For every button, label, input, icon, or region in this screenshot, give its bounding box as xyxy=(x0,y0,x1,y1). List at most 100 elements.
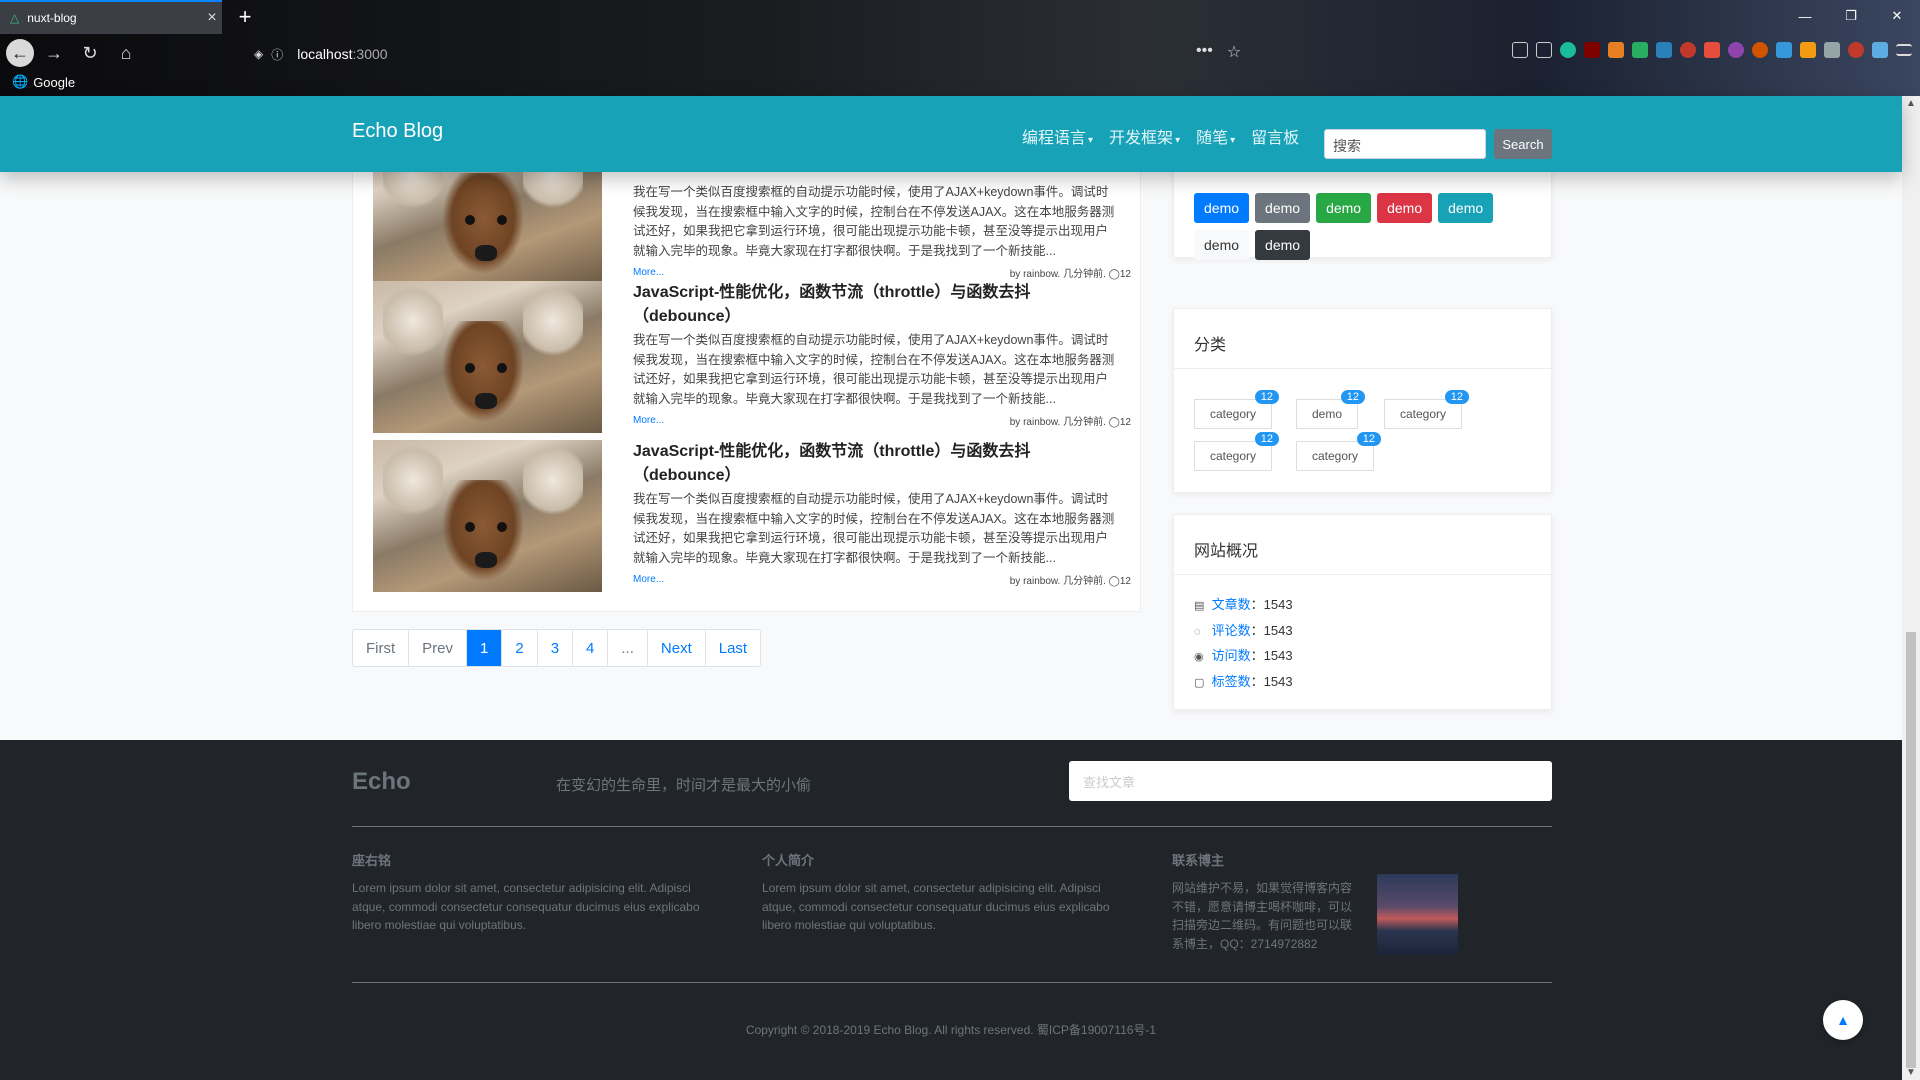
nav-item-guestbook[interactable]: 留言板 xyxy=(1251,124,1299,148)
post-more-link[interactable]: More... xyxy=(633,574,664,585)
url-bar[interactable]: ◈ ⓘ localhost:3000 xyxy=(254,42,1214,66)
stat-row: ▤ 文章数：1543 xyxy=(1194,593,1531,619)
extension-screen-icon[interactable] xyxy=(1872,42,1888,58)
nav-item-essays[interactable]: 随笔 xyxy=(1196,124,1235,148)
category-item[interactable]: category 12 xyxy=(1194,432,1280,471)
extension-red-icon[interactable] xyxy=(1704,42,1720,58)
post-more-link[interactable]: More... xyxy=(633,267,664,278)
nav-item-languages[interactable]: 编程语言 xyxy=(1022,124,1093,148)
stat-label[interactable]: 访问数 xyxy=(1212,648,1251,663)
nav-item-frameworks[interactable]: 开发框架 xyxy=(1109,124,1180,148)
category-item[interactable]: category 12 xyxy=(1384,390,1470,429)
footer-copyright: Copyright © 2018-2019 Echo Blog. All rig… xyxy=(745,1023,1157,1037)
extension-gray-icon[interactable] xyxy=(1824,42,1840,58)
page-1[interactable]: 1 xyxy=(466,630,502,666)
category-item[interactable]: demo 12 xyxy=(1296,390,1366,429)
post-excerpt: 我在写一个类似百度搜索框的自动提示功能时候，使用了AJAX+keydown事件。… xyxy=(633,333,1115,406)
category-item[interactable]: category 12 xyxy=(1296,432,1382,471)
post-excerpt: 我在写一个类似百度搜索框的自动提示功能时候，使用了AJAX+keydown事件。… xyxy=(633,185,1115,258)
info-icon[interactable]: ⓘ xyxy=(271,46,283,63)
extension-rss-icon[interactable] xyxy=(1800,42,1816,58)
bookmark-star-icon[interactable]: ☆ xyxy=(1227,42,1241,62)
post-title[interactable]: JavaScript-性能优化，函数节流（throttle）与函数去抖（debo… xyxy=(633,440,1093,488)
nav-search-input[interactable]: 搜索 xyxy=(1324,129,1486,159)
post-thumbnail[interactable] xyxy=(373,281,602,433)
tree-shape xyxy=(523,440,583,520)
post-thumbnail[interactable] xyxy=(373,440,602,592)
category-item[interactable]: category 12 xyxy=(1194,390,1280,429)
footer-col-contact: 联系博主 网站维护不易，如果觉得博客内容不错，愿意请博主喝杯咖啡，可以扫描旁边二… xyxy=(1172,850,1362,953)
page-actions: ••• ☆ xyxy=(1196,42,1241,62)
tag-button[interactable]: demo xyxy=(1255,230,1311,260)
footer-search-input[interactable]: 查找文章 xyxy=(1069,761,1552,801)
back-to-top-button[interactable]: ▲ xyxy=(1823,1000,1863,1040)
menu-icon[interactable] xyxy=(1896,44,1912,56)
extension-triangle-icon[interactable] xyxy=(1632,42,1648,58)
tag-button[interactable]: demo xyxy=(1255,193,1311,223)
post-more-link[interactable]: More... xyxy=(633,415,664,426)
extension-green-icon[interactable] xyxy=(1560,42,1576,58)
extension-blue-icon[interactable] xyxy=(1656,42,1672,58)
scroll-down-arrow[interactable]: ▼ xyxy=(1902,1067,1920,1078)
main-content: 我在写一个类似百度搜索框的自动提示功能时候，使用了AJAX+keydown事件。… xyxy=(0,172,1902,740)
close-window-button[interactable]: ✕ xyxy=(1874,0,1920,32)
page-prev[interactable]: Prev xyxy=(408,630,466,666)
tag-button[interactable]: demo xyxy=(1194,193,1250,223)
site-brand[interactable]: Echo Blog xyxy=(352,120,443,143)
sidebar-icon[interactable] xyxy=(1536,42,1552,58)
stat-label[interactable]: 评论数 xyxy=(1212,623,1251,638)
extension-grid-icon[interactable] xyxy=(1776,42,1792,58)
tree-shape xyxy=(383,440,443,520)
page-first[interactable]: First xyxy=(353,630,408,666)
site-navbar: Echo Blog 编程语言 开发框架 随笔 留言板 搜索 Search xyxy=(0,96,1902,172)
ublock-icon[interactable] xyxy=(1584,42,1600,58)
category-label: category xyxy=(1400,407,1447,421)
post-item[interactable]: JavaScript-性能优化，函数节流（throttle）与函数去抖（debo… xyxy=(373,440,1131,592)
footer-col-title: 个人简介 xyxy=(762,853,815,868)
home-button[interactable]: ⌂ xyxy=(110,37,142,69)
scroll-up-arrow[interactable]: ▲ xyxy=(1902,98,1920,109)
browser-tab[interactable]: △ nuxt-blog × xyxy=(0,0,222,34)
nav-search-button[interactable]: Search xyxy=(1494,129,1552,159)
stat-label[interactable]: 标签数 xyxy=(1212,674,1251,689)
tree-shape xyxy=(523,281,583,361)
scrollbar-thumb[interactable] xyxy=(1906,632,1916,1068)
nav-menu: 编程语言 开发框架 随笔 留言板 xyxy=(1022,124,1299,148)
stat-label[interactable]: 文章数 xyxy=(1212,597,1251,612)
chevron-up-icon: ▲ xyxy=(1836,1012,1850,1028)
tag-button[interactable]: demo xyxy=(1316,193,1372,223)
restore-button[interactable]: ❐ xyxy=(1828,0,1874,32)
footer-col-title: 联系博主 xyxy=(1172,853,1225,868)
close-tab-icon[interactable]: × xyxy=(202,9,222,27)
more-actions-icon[interactable]: ••• xyxy=(1196,42,1213,62)
shield-icon[interactable]: ◈ xyxy=(254,47,263,61)
post-item[interactable]: JavaScript-性能优化，函数节流（throttle）与函数去抖（debo… xyxy=(373,281,1131,433)
post-item[interactable]: 我在写一个类似百度搜索框的自动提示功能时候，使用了AJAX+keydown事件。… xyxy=(373,172,1131,285)
extension-dot-icon[interactable] xyxy=(1848,42,1864,58)
extension-cat-icon[interactable] xyxy=(1752,42,1768,58)
tag-button[interactable]: demo xyxy=(1194,230,1250,260)
tag-button[interactable]: demo xyxy=(1438,193,1494,223)
clipboard-icon: ▢ xyxy=(1194,676,1205,689)
page-3[interactable]: 3 xyxy=(536,630,572,666)
new-tab-button[interactable]: + xyxy=(232,4,258,30)
extension-gear-icon[interactable] xyxy=(1728,42,1744,58)
post-thumbnail[interactable] xyxy=(373,172,602,285)
page-2[interactable]: 2 xyxy=(501,630,536,666)
forward-button[interactable]: → xyxy=(38,37,70,69)
page-scrollbar[interactable]: ▲ ▼ xyxy=(1902,96,1920,1080)
page-next[interactable]: Next xyxy=(646,630,705,666)
page-last[interactable]: Last xyxy=(704,630,760,666)
extension-orange-icon[interactable] xyxy=(1608,42,1624,58)
reload-button[interactable]: ↻ xyxy=(74,37,106,69)
post-title[interactable]: JavaScript-性能优化，函数节流（throttle）与函数去抖（debo… xyxy=(633,281,1093,329)
adblock-icon[interactable] xyxy=(1680,42,1696,58)
library-icon[interactable] xyxy=(1512,42,1528,58)
back-button[interactable]: ← xyxy=(6,39,34,67)
page-4[interactable]: 4 xyxy=(572,630,607,666)
bookmark-google[interactable]: Google xyxy=(33,75,75,90)
minimize-button[interactable]: — xyxy=(1782,0,1828,32)
tab-title: nuxt-blog xyxy=(27,11,77,25)
tag-button[interactable]: demo xyxy=(1377,193,1433,223)
stat-value: 1543 xyxy=(1263,648,1293,663)
